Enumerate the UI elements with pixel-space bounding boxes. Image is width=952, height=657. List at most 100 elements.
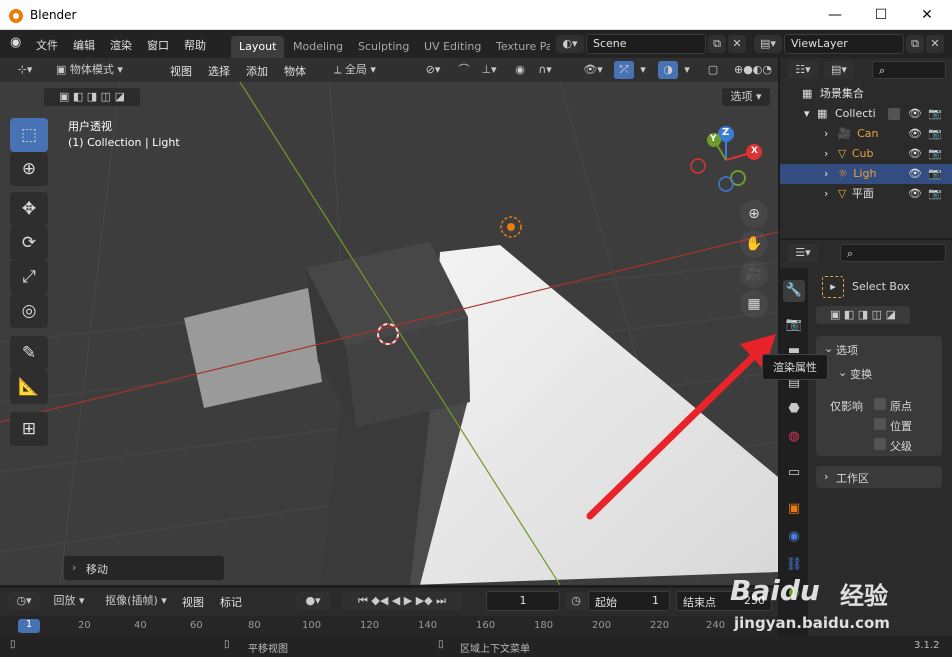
- snap-icon[interactable]: ⌒: [454, 61, 474, 79]
- options-section-header[interactable]: 选项: [836, 342, 858, 358]
- eye-icon[interactable]: 👁: [908, 144, 922, 164]
- physics-tab-icon[interactable]: ◉: [783, 526, 805, 548]
- select-box-tool-icon[interactable]: ⬚: [10, 118, 48, 152]
- render-tab-icon[interactable]: 📷: [783, 314, 805, 336]
- outliner-row-plane[interactable]: › ▽ 平面 👁 📷: [780, 184, 952, 204]
- select-mode-buttons[interactable]: ▣ ◧ ◨ ◫ ◪: [816, 306, 910, 324]
- scene-remove-icon[interactable]: ✕: [728, 35, 746, 53]
- transform-tool-icon[interactable]: ◎: [10, 294, 48, 328]
- collection-checkbox[interactable]: [888, 108, 900, 120]
- workspace-section-header[interactable]: 工作区: [836, 470, 869, 486]
- snap-target-icon[interactable]: ⊥▾: [476, 61, 502, 79]
- proportional-edit-icon[interactable]: ◉: [510, 61, 530, 79]
- 3d-viewport[interactable]: ▣ ◧ ◨ ◫ ◪ 选项 ▾ 用户透视 (1) Collection | Lig…: [0, 82, 778, 585]
- menu-file[interactable]: 文件: [36, 37, 58, 53]
- timeline-menu-marker[interactable]: 标记: [220, 594, 242, 610]
- viewport-menu-view[interactable]: 视图: [170, 63, 192, 79]
- tab-uv-editing[interactable]: UV Editing: [416, 36, 489, 58]
- selection-mode-buttons[interactable]: ▣ ◧ ◨ ◫ ◪: [44, 88, 140, 106]
- overlay-dropdown-icon[interactable]: ▾: [680, 61, 694, 79]
- properties-editor-type-icon[interactable]: ☰▾: [788, 244, 818, 262]
- render-camera-icon[interactable]: 📷: [928, 184, 942, 204]
- playhead[interactable]: 1: [18, 619, 40, 633]
- timeline-editor-type-icon[interactable]: ◷▾: [8, 592, 40, 610]
- scale-tool-icon[interactable]: ⤢: [10, 260, 48, 294]
- transform-orientation-dropdown[interactable]: ⟂ 全局 ▾: [330, 61, 410, 79]
- zoom-icon[interactable]: ⊕: [740, 200, 768, 228]
- viewlayer-selector-icon[interactable]: ▤▾: [754, 35, 782, 53]
- render-camera-icon[interactable]: 📷: [928, 164, 942, 184]
- outliner-row-light[interactable]: › ☼ Ligh 👁 📷: [780, 164, 952, 184]
- rotate-tool-icon[interactable]: ⟳: [10, 226, 48, 260]
- menu-render[interactable]: 渲染: [110, 37, 132, 53]
- gizmo-toggle-icon[interactable]: ⤱: [614, 61, 634, 79]
- editor-type-icon[interactable]: ⊹▾: [8, 61, 42, 79]
- mode-dropdown[interactable]: ▣ 物体模式 ▾: [50, 61, 156, 79]
- display-mode-icon[interactable]: ▤▾: [824, 61, 854, 79]
- world-tab-icon[interactable]: ◍: [783, 426, 805, 448]
- viewport-menu-add[interactable]: 添加: [246, 63, 268, 79]
- workspace-panel[interactable]: [816, 466, 942, 488]
- tool-tab-wrench-icon[interactable]: 🔧: [783, 280, 805, 302]
- render-camera-icon[interactable]: 📷: [928, 124, 942, 144]
- eye-icon[interactable]: 👁: [908, 164, 922, 184]
- viewport-menu-select[interactable]: 选择: [208, 63, 230, 79]
- last-operator-panel[interactable]: › 移动: [64, 556, 224, 580]
- viewlayer-remove-icon[interactable]: ✕: [926, 35, 944, 53]
- xray-icon[interactable]: ▢: [704, 61, 722, 79]
- outliner-row-scene-collection[interactable]: ▦ 场景集合: [780, 84, 952, 104]
- outliner-editor-type-icon[interactable]: ☷▾: [788, 61, 818, 79]
- gizmo-dropdown-icon[interactable]: ▾: [636, 61, 650, 79]
- tab-sculpting[interactable]: Sculpting: [350, 36, 417, 58]
- record-button[interactable]: ●▾: [296, 592, 330, 610]
- outliner-row-collection[interactable]: ▾ ▦ Collecti 👁 📷: [780, 104, 952, 124]
- clock-icon[interactable]: ◷: [566, 592, 586, 610]
- collection-tab-icon[interactable]: ▭: [783, 462, 805, 484]
- annotate-tool-icon[interactable]: ✎: [10, 336, 48, 370]
- outliner-search-input[interactable]: ⌕: [872, 61, 946, 79]
- viewlayer-name-field[interactable]: ViewLayer: [784, 34, 904, 54]
- keying-menu[interactable]: 抠像(插帧) ▾: [98, 592, 174, 610]
- menu-edit[interactable]: 编辑: [73, 37, 95, 53]
- start-frame-field[interactable]: 起始 1: [588, 591, 670, 611]
- playback-controls[interactable]: ⏮ ◆◀ ◀ ▶ ▶◆ ⏭: [342, 592, 462, 610]
- scene-selector-icon[interactable]: ◐▾: [556, 35, 584, 53]
- cursor-tool-icon[interactable]: ⊕: [10, 152, 48, 186]
- tab-modeling[interactable]: Modeling: [285, 36, 351, 58]
- render-camera-icon[interactable]: 📷: [928, 104, 942, 124]
- locations-checkbox[interactable]: [874, 418, 886, 430]
- pivot-point-icon[interactable]: ⊘▾: [418, 61, 448, 79]
- menu-window[interactable]: 窗口: [147, 37, 169, 53]
- camera-view-icon[interactable]: 🎥: [740, 260, 768, 288]
- parents-checkbox[interactable]: [874, 438, 886, 450]
- options-dropdown[interactable]: 选项 ▾: [722, 88, 770, 106]
- falloff-icon[interactable]: ∩▾: [532, 61, 558, 79]
- eye-icon[interactable]: 👁: [908, 124, 922, 144]
- timeline-menu-view[interactable]: 视图: [182, 594, 204, 610]
- render-camera-icon[interactable]: 📷: [928, 144, 942, 164]
- current-frame-field[interactable]: 1: [486, 591, 560, 611]
- pan-hand-icon[interactable]: ✋: [740, 230, 768, 258]
- menu-help[interactable]: 帮助: [184, 37, 206, 53]
- eye-icon[interactable]: 👁: [908, 184, 922, 204]
- properties-search-input[interactable]: ⌕: [840, 244, 946, 262]
- eye-icon[interactable]: 👁: [908, 104, 922, 124]
- viewport-menu-object[interactable]: 物体: [284, 63, 306, 79]
- origins-checkbox[interactable]: [874, 398, 886, 410]
- minimize-button[interactable]: —: [812, 0, 858, 30]
- visibility-icon[interactable]: 👁▾: [578, 61, 608, 79]
- scene-name-field[interactable]: Scene: [586, 34, 706, 54]
- overlay-toggle-icon[interactable]: ◑: [658, 61, 678, 79]
- tab-texture-paint[interactable]: Texture Pa: [488, 36, 550, 58]
- scene-copy-icon[interactable]: ⧉: [708, 35, 726, 53]
- object-tab-icon[interactable]: ▣: [783, 498, 805, 520]
- playback-menu[interactable]: 回放 ▾: [48, 592, 90, 610]
- close-button[interactable]: ✕: [904, 0, 950, 30]
- transform-section-header[interactable]: 变换: [850, 366, 872, 382]
- shading-mode-icons[interactable]: ⊕●◐◔: [728, 61, 778, 79]
- outliner-row-cube[interactable]: › ▽ Cub 👁 📷: [780, 144, 952, 164]
- scene-tab-icon[interactable]: ⬣: [783, 398, 805, 420]
- perspective-grid-icon[interactable]: ▦: [740, 290, 768, 318]
- viewlayer-copy-icon[interactable]: ⧉: [906, 35, 924, 53]
- blender-menu-icon[interactable]: ◉: [10, 35, 21, 50]
